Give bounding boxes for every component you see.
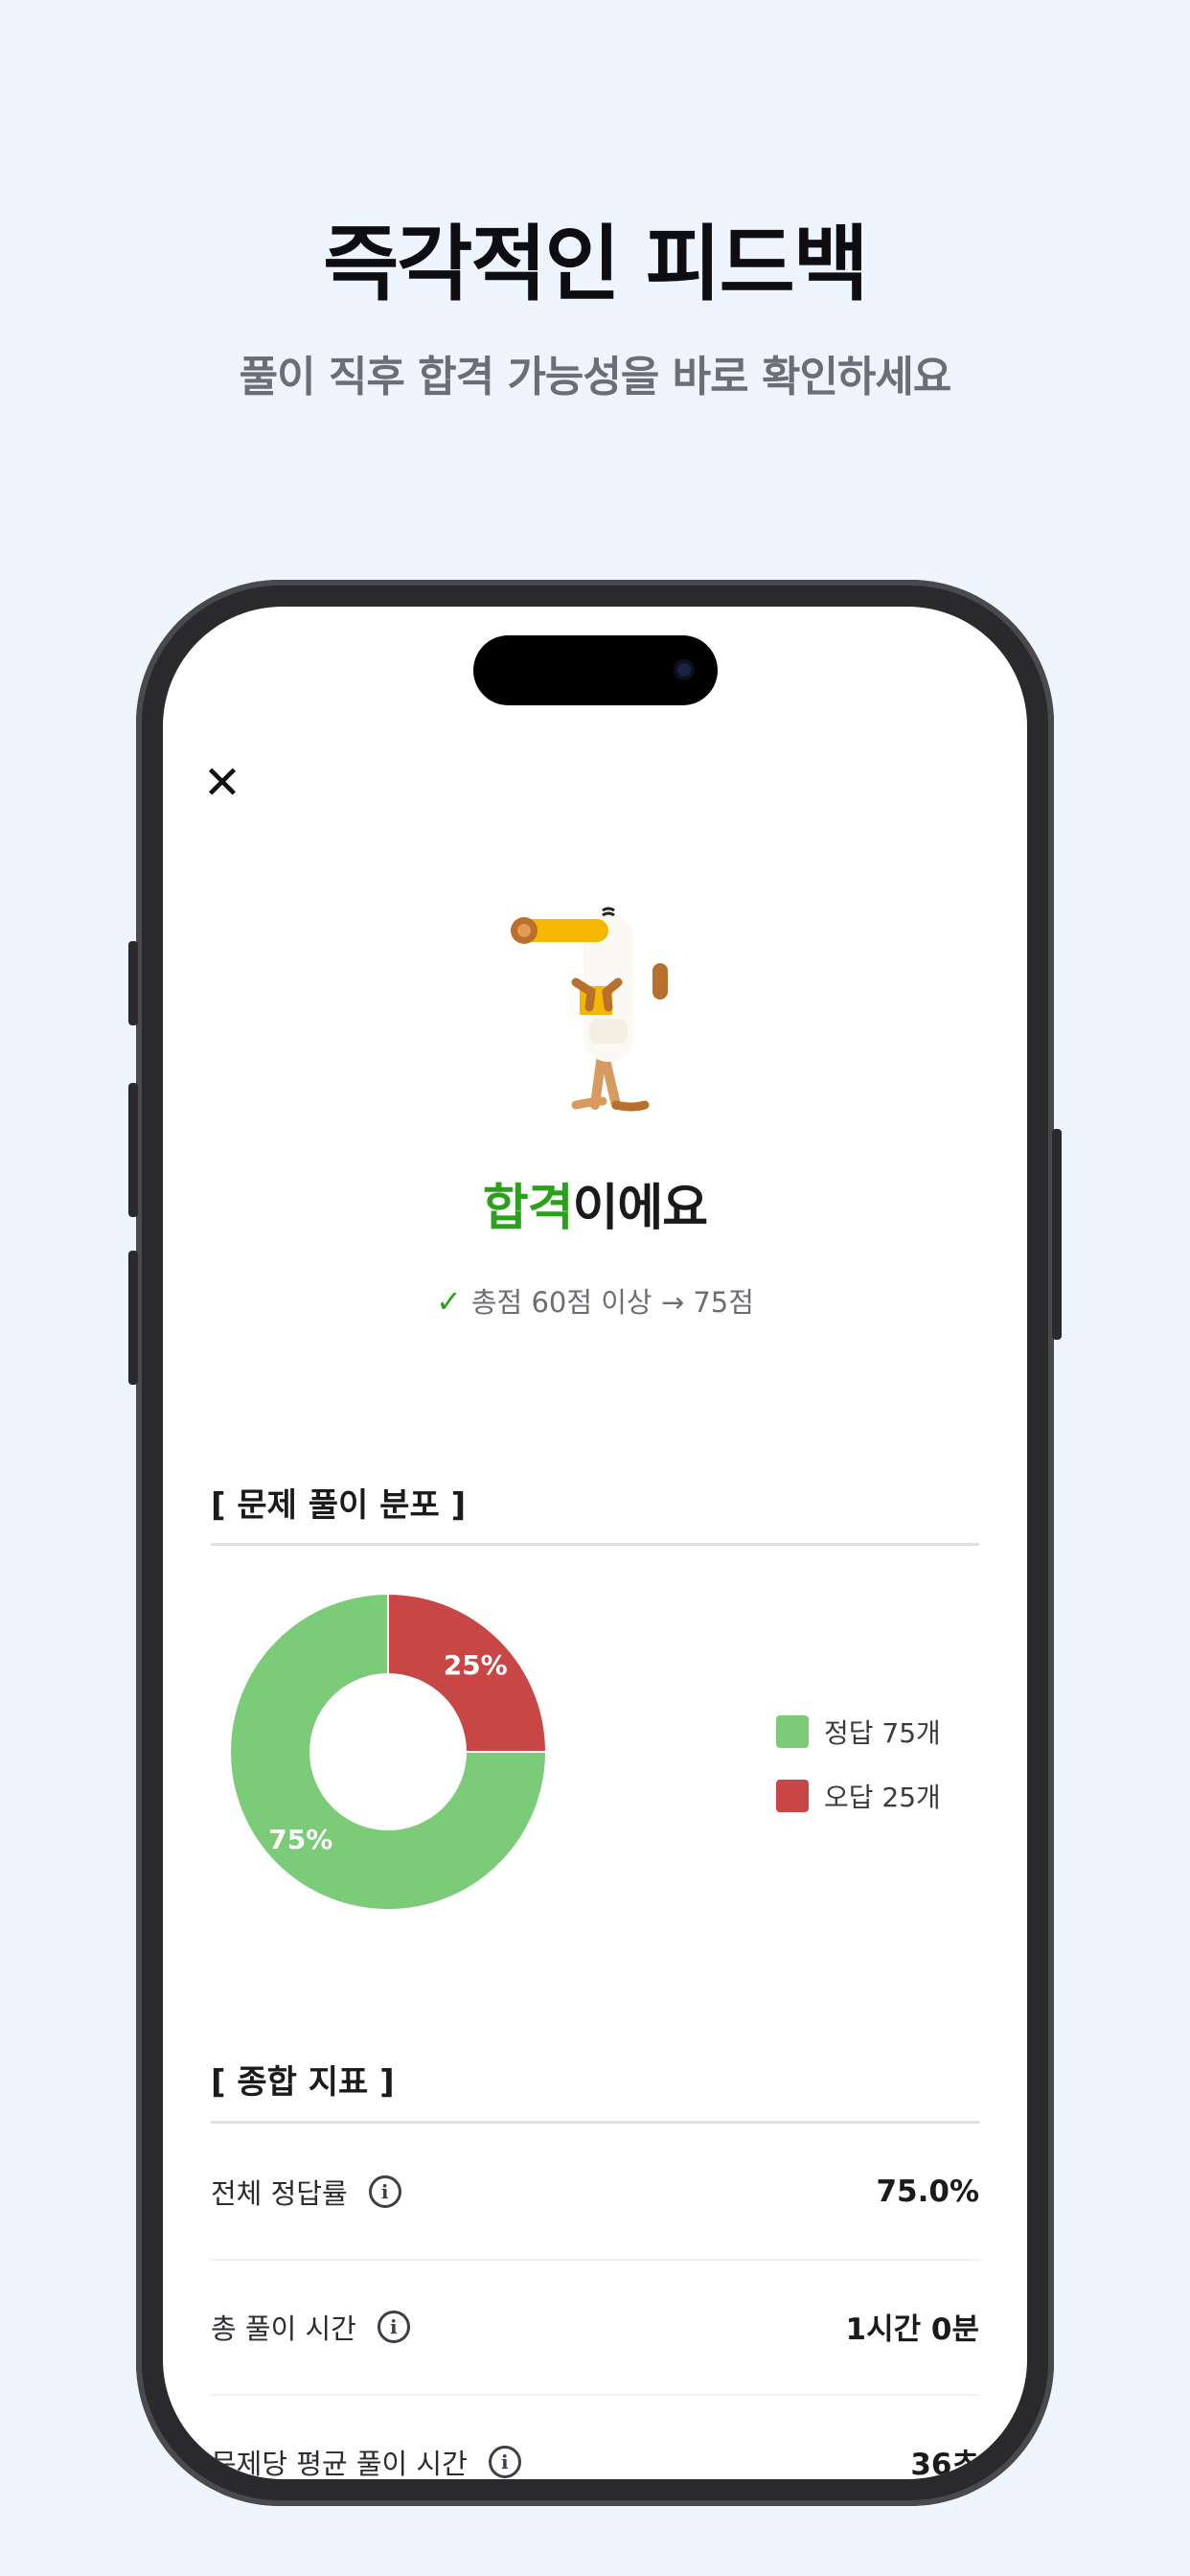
power-button [1052,1129,1062,1340]
metric-row-total-time: 총 풀이 시간 i 1시간 0분 [211,2259,979,2396]
dynamic-island [473,635,718,705]
promo-subtitle: 풀이 직후 합격 가능성을 바로 확인하세요 [239,353,952,402]
action-button [128,941,138,1025]
legend-label-wrong: 오답 25개 [824,1781,941,1813]
distribution-section-title: [ 문제 풀이 분포 ] [211,1486,467,1525]
volume-up-button [128,1083,138,1217]
result-message: 합격이에요 [163,1167,1027,1239]
score-text: 총점 60점 이상 → 75점 [470,1286,754,1319]
metric-label-accuracy: 전체 정답률 [211,2176,348,2210]
app-screen: ✕ 합격이에요 ✓ 총점 60점 이상 → 75점 [ 문제 풀이 분포 ] 75… [163,607,1027,2479]
close-button[interactable]: ✕ [197,758,247,808]
chart-legend: 정답 75개 오답 25개 [776,1699,941,1828]
metric-label-average-time: 문제당 평균 풀이 시간 [211,2447,468,2480]
volume-down-button [128,1251,138,1385]
donut-label-정답: 75% [268,1824,332,1855]
mascot-illustration [511,907,668,1112]
metric-value-total-time: 1시간 0분 [845,2312,980,2347]
legend-swatch-correct [776,1714,809,1748]
info-icon[interactable]: i [377,2310,410,2343]
metrics-section-title: [ 종합 지표 ] [211,2063,395,2102]
info-icon[interactable]: i [488,2445,521,2478]
info-icon[interactable]: i [368,2174,401,2208]
result-pass-text: 합격 [482,1180,574,1237]
close-icon: ✕ [202,756,242,810]
legend-item-correct: 정답 75개 [776,1699,941,1763]
distribution-donut-chart: 75% 25% [229,1592,548,1911]
metric-value-accuracy: 75.0% [876,2174,979,2209]
result-rest-text: 이에요 [572,1180,709,1237]
donut-label-오답: 25% [444,1649,508,1681]
check-icon: ✓ [436,1283,462,1320]
metric-row-accuracy: 전체 정답률 i 75.0% [211,2124,979,2261]
score-summary: ✓ 총점 60점 이상 → 75점 [163,1280,1027,1321]
metric-label-total-time: 총 풀이 시간 [211,2312,356,2345]
legend-label-correct: 정답 75개 [824,1716,941,1749]
distribution-divider [211,1543,979,1546]
legend-item-wrong: 오답 25개 [776,1763,941,1828]
camera-icon [674,659,695,680]
metric-value-average-time: 36초 [910,2448,979,2479]
promo-title: 즉각적인 피드백 [323,217,869,312]
legend-swatch-wrong [776,1779,809,1812]
metric-row-average-time: 문제당 평균 풀이 시간 i 36초 [211,2394,979,2479]
